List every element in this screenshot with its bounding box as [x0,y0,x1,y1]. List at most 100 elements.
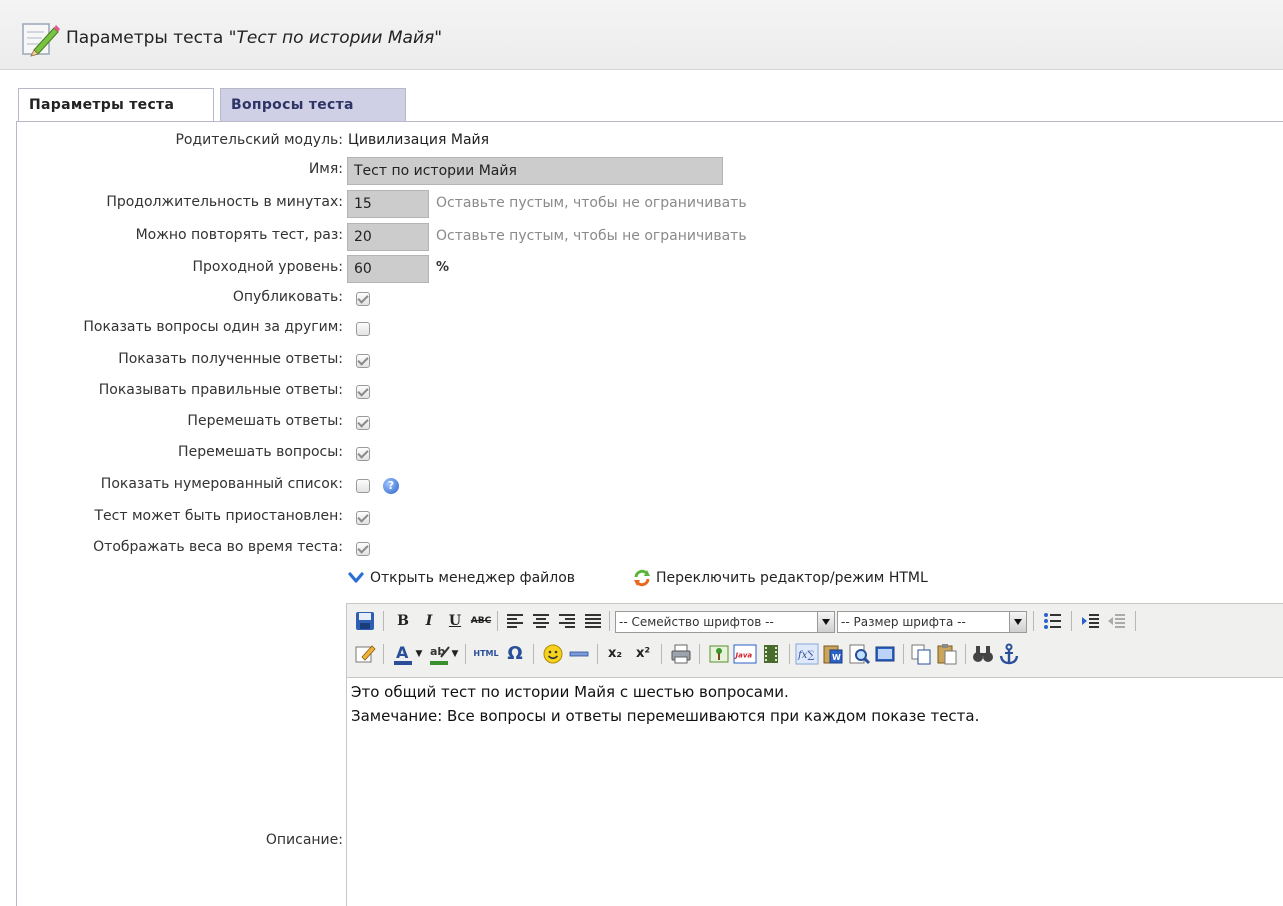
one-by-one-checkbox[interactable] [356,322,370,336]
page-header: Параметры теста "Тест по истории Майя" [0,0,1283,70]
toolbar-row-2: A ▼ ab ▼ HTML Ω x₂ x² Java fx∑ W [351,640,1281,670]
test-name-title: "Тест по истории Майя" [228,28,443,48]
show-weights-label: Отображать веса во время теста: [93,539,343,555]
java-applet-icon[interactable]: Java [733,642,757,666]
toolbar-separator [383,611,384,631]
svg-text:fx∑: fx∑ [797,650,815,661]
checkbox-row-shuffle-answers: Перемешать ответы: [0,409,1283,437]
align-left-icon[interactable] [503,609,527,633]
special-char-button[interactable]: Ω [503,642,527,666]
svg-text:ab: ab [430,645,445,658]
subscript-button[interactable]: x₂ [603,642,627,666]
name-input[interactable]: Тест по истории Майя [347,157,723,185]
highlight-color-icon[interactable]: ab [427,642,451,666]
italic-button[interactable]: I [417,609,441,633]
horizontal-rule-icon[interactable] [567,642,591,666]
pass-level-label: Проходной уровень: [192,259,344,275]
print-icon[interactable] [669,642,693,666]
paste-icon[interactable] [935,642,959,666]
bullet-list-icon[interactable] [1041,609,1065,633]
paste-word-icon[interactable]: W [821,642,845,666]
show-weights-checkbox[interactable] [356,542,370,556]
checkbox-row-shuffle-questions: Перемешать вопросы: [0,440,1283,468]
tab-test-questions[interactable]: Вопросы теста [220,88,406,122]
html-source-button[interactable]: HTML [471,642,501,666]
align-right-icon[interactable] [555,609,579,633]
publish-checkbox[interactable] [356,292,370,306]
one-by-one-label: Показать вопросы один за другим: [83,319,343,335]
checkbox-row-show-received: Показать полученные ответы: [0,347,1283,375]
open-file-manager-link[interactable]: Открыть менеджер файлов [370,570,575,586]
parent-module-value: Цивилизация Майя [348,132,490,148]
checkbox-row-publish: Опубликовать: [0,285,1283,313]
toolbar-separator [903,644,904,664]
show-correct-label: Показывать правильные ответы: [98,382,343,398]
underline-button[interactable]: U [443,609,467,633]
formula-icon[interactable]: fx∑ [795,642,819,666]
toolbar-separator [1033,611,1034,631]
publish-label: Опубликовать: [232,289,343,305]
bold-button[interactable]: B [391,609,415,633]
preview-icon[interactable] [847,642,871,666]
help-icon[interactable]: ? [383,478,399,494]
media-icon[interactable] [759,642,783,666]
toolbar-separator [609,611,610,631]
switch-editor-html-link[interactable]: Переключить редактор/режим HTML [656,570,928,586]
show-correct-checkbox[interactable] [356,385,370,399]
highlight-dropdown-icon[interactable]: ▼ [449,642,461,666]
align-justify-icon[interactable] [581,609,605,633]
shuffle-questions-checkbox[interactable] [356,447,370,461]
shuffle-answers-checkbox[interactable] [356,416,370,430]
duration-hint: Оставьте пустым, чтобы не ограничивать [436,195,747,211]
fullscreen-icon[interactable] [873,642,897,666]
strikethrough-button[interactable]: ABC [469,609,493,633]
font-size-select-value: -- Размер шрифта -- [841,615,966,629]
text-color-dropdown-icon[interactable]: ▼ [413,642,425,666]
show-received-checkbox[interactable] [356,354,370,368]
rich-text-editor: B I U ABC -- Семейство шрифтов -- -- Раз… [346,603,1283,906]
svg-text:A: A [396,643,409,662]
checkbox-row-one-by-one: Показать вопросы один за другим: [0,315,1283,343]
description-label: Описание: [265,832,343,848]
svg-text:Java: Java [734,652,753,660]
font-family-select[interactable]: -- Семейство шрифтов -- [615,611,835,633]
save-icon[interactable] [353,609,377,633]
dropdown-arrow-icon [1009,612,1026,632]
svg-text:W: W [832,653,841,662]
edit-icon[interactable] [353,642,377,666]
checkbox-row-show-correct: Показывать правильные ответы: [0,378,1283,406]
checkbox-row-numbered-list: Показать нумерованный список: ? [0,472,1283,500]
find-icon[interactable] [971,642,995,666]
superscript-button[interactable]: x² [631,642,655,666]
image-icon[interactable] [707,642,731,666]
pausable-checkbox[interactable] [356,511,370,525]
checkbox-row-pausable: Тест может быть приостановлен: [0,504,1283,532]
font-family-select-value: -- Семейство шрифтов -- [619,615,774,629]
toolbar-separator [383,644,384,664]
duration-input[interactable]: 15 [347,190,429,218]
font-size-select[interactable]: -- Размер шрифта -- [837,611,1027,633]
tab-test-parameters[interactable]: Параметры теста [18,88,214,122]
anchor-icon[interactable] [997,642,1021,666]
align-center-icon[interactable] [529,609,553,633]
repeat-input[interactable]: 20 [347,223,429,251]
repeat-row: Можно повторять тест, раз: 20 Оставьте п… [0,223,1283,251]
chevron-down-icon [348,572,364,583]
smiley-icon[interactable] [541,642,565,666]
text-color-icon[interactable]: A [391,642,415,666]
outdent-icon[interactable] [1105,609,1129,633]
page-title: Параметры теста "Тест по истории Майя" [66,28,443,48]
toolbar-separator [497,611,498,631]
dropdown-arrow-icon [817,612,834,632]
indent-icon[interactable] [1079,609,1103,633]
toolbar-separator [465,644,466,664]
editor-content[interactable]: Это общий тест по истории Майя с шестью … [351,680,979,728]
name-label: Имя: [308,161,343,177]
copy-icon[interactable] [909,642,933,666]
numbered-list-checkbox[interactable] [356,479,370,493]
toolbar-separator [965,644,966,664]
checkbox-row-show-weights: Отображать веса во время теста: [0,535,1283,563]
pass-level-input[interactable]: 60 [347,255,429,283]
toolbar-row-1: B I U ABC -- Семейство шрифтов -- -- Раз… [351,607,1281,637]
content-line: Замечание: Все вопросы и ответы перемеши… [351,707,980,725]
